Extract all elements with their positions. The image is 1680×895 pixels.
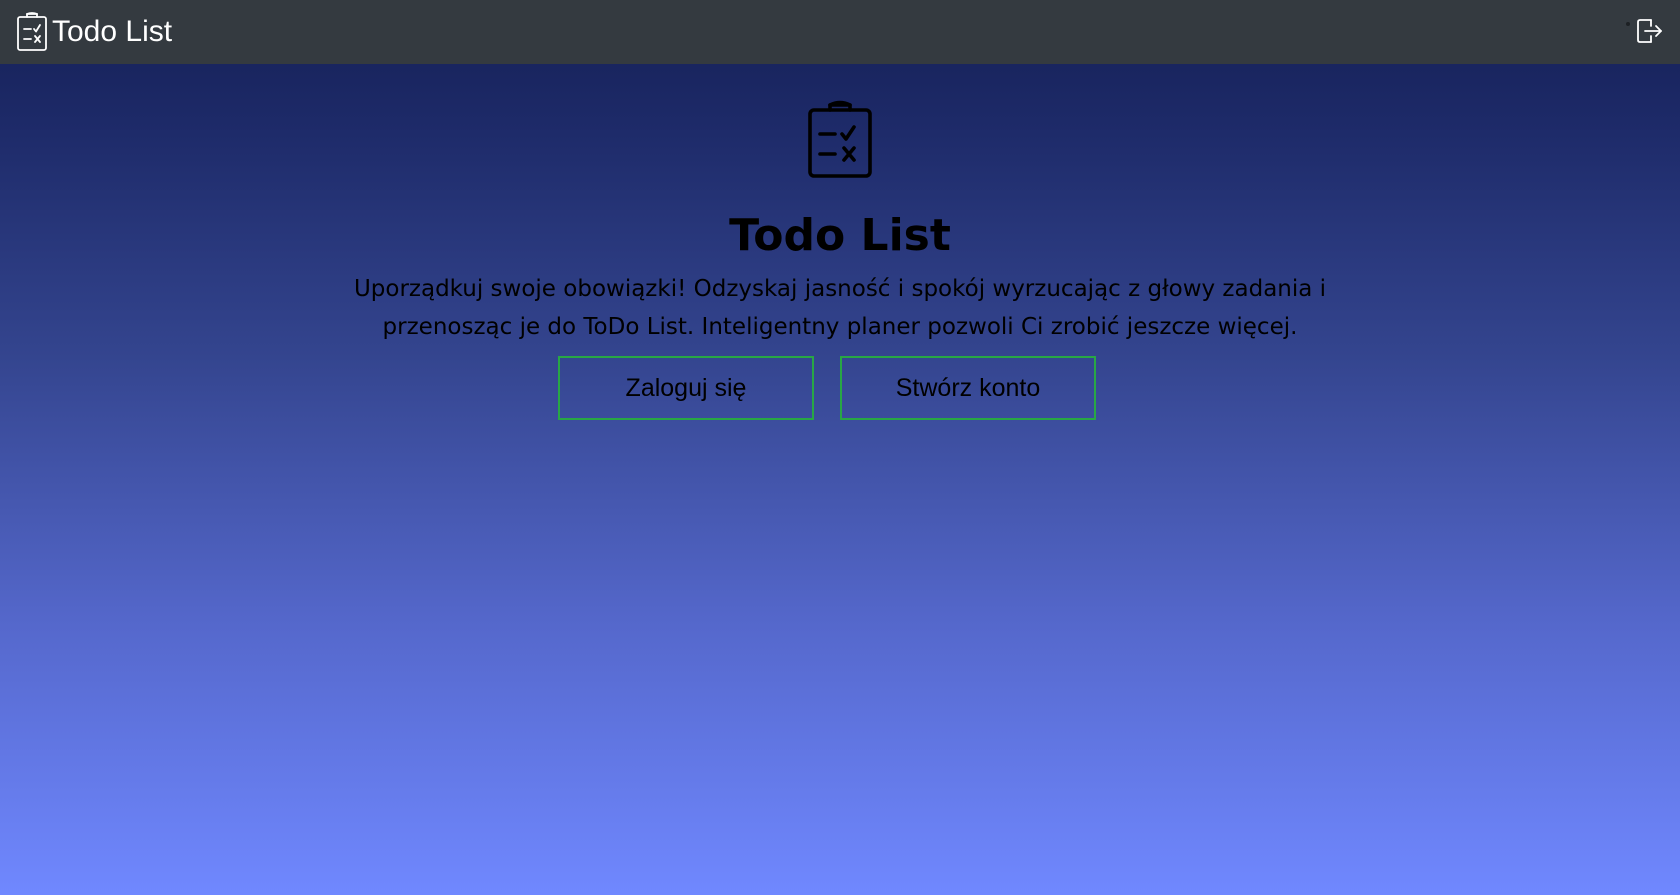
page-title: Todo List xyxy=(729,210,951,261)
brand-link[interactable]: Todo List xyxy=(16,12,172,52)
clipboard-check-icon xyxy=(806,100,874,180)
brand-title: Todo List xyxy=(52,15,173,48)
create-account-button[interactable]: Stwórz konto xyxy=(840,356,1096,420)
clipboard-check-icon xyxy=(16,12,48,52)
hero-description: Uporządkuj swoje obowiązki! Odzyskaj jas… xyxy=(353,276,1327,340)
navbar: Todo List xyxy=(0,0,1680,64)
logout-icon[interactable] xyxy=(1634,16,1664,46)
login-button[interactable]: Zaloguj się xyxy=(558,356,814,420)
status-dot xyxy=(1626,22,1630,26)
